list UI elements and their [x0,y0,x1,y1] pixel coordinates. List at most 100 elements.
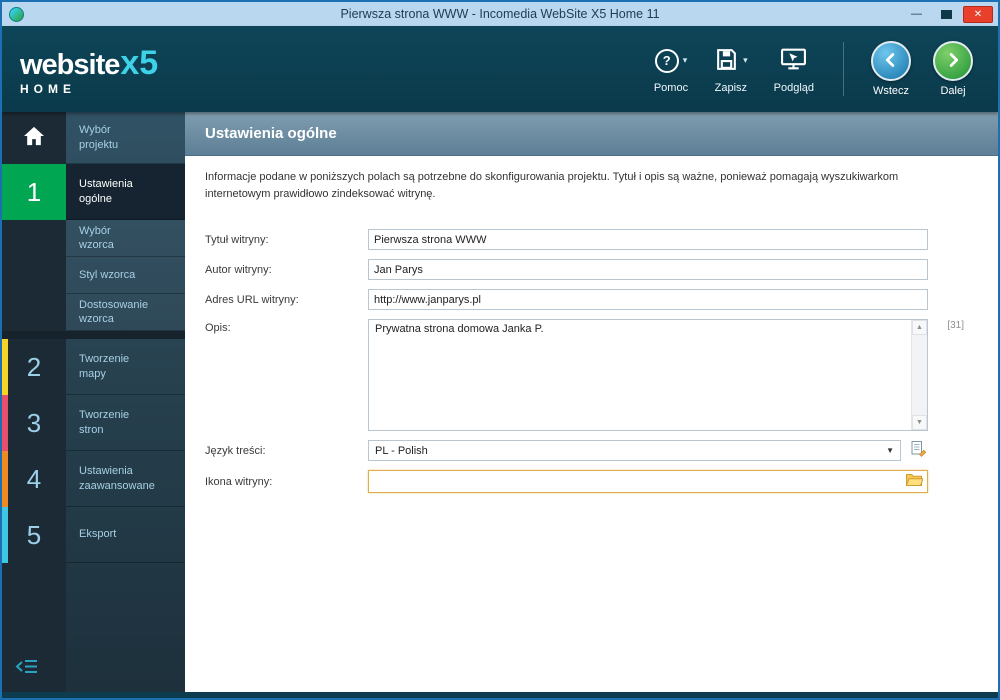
site-title-label: Tytuł witryny: [205,233,269,246]
step-2-number: 2 [26,351,42,382]
site-title-row: Tytuł witryny: [205,229,928,251]
app-logo: website x5 HOME [20,46,158,95]
app-window: Pierwsza strona WWW - Incomedia WebSite … [0,0,1000,700]
app-header: website x5 HOME ? ▾ Pomoc ▾ Zapisz Podgl… [2,26,998,112]
sidebar-divider [2,331,185,339]
step-1-label: Ustawienia ogólne [79,178,133,205]
step-5-color-strip [2,507,8,563]
titlebar[interactable]: Pierwsza strona WWW - Incomedia WebSite … [2,2,998,26]
site-author-row: Autor witryny: [205,259,928,281]
preview-icon [780,46,807,75]
step-2-color-strip [2,339,8,395]
site-url-input[interactable] [368,289,928,311]
step-3-color-strip [2,395,8,451]
step-5-number: 5 [26,519,42,550]
sidebar-substep-template-custom[interactable]: Dostosowanie wzorca [2,294,185,331]
substep-label: Dostosowanie wzorca [79,298,149,325]
site-icon-label: Ikona witryny: [205,475,273,488]
sidebar-step-1[interactable]: 1 Ustawienia ogólne [2,164,185,220]
language-select[interactable]: PL - Polish ▼ [368,440,901,462]
maximize-icon [941,9,952,19]
site-icon-input[interactable] [369,471,904,493]
help-button-label: Pomoc [653,81,689,94]
collapse-sidebar-button[interactable] [15,658,39,680]
steps-sidebar: Wybór projektu 1 Ustawienia ogólne Wybór… [2,112,185,692]
site-url-label: Adres URL witryny: [205,293,299,306]
sidebar-substep-template-choice[interactable]: Wybór wzorca [2,220,185,257]
language-row: Język treści: PL - Polish ▼ [205,440,928,462]
scroll-up-icon[interactable]: ▲ [912,320,927,336]
site-author-input[interactable] [368,259,928,281]
textarea-scrollbar[interactable]: ▲ ▼ [911,320,927,431]
edit-languages-icon [910,440,927,462]
step-4-label: Ustawienia zaawansowane [79,465,155,492]
substep-label: Styl wzorca [79,268,136,281]
step-1-number: 1 [26,176,42,207]
page-title: Ustawienia ogólne [185,112,998,156]
general-settings-form: Tytuł witryny: Autor witryny: Adres URL … [185,229,998,502]
help-button[interactable]: ? ▾ Pomoc [654,45,688,94]
scrollbar-track[interactable] [912,335,927,415]
language-label: Język treści: [205,444,266,457]
page-description: Informacje podane w poniższych polach są… [205,171,899,201]
collapse-sidebar-icon [15,660,39,679]
save-icon [714,47,739,75]
help-menu-caret-icon[interactable]: ▾ [683,55,688,66]
maximize-button[interactable] [933,6,960,23]
character-counter: [31] [947,320,964,332]
save-button-label: Zapisz [714,81,748,94]
sidebar-step-2[interactable]: 2 Tworzenie mapy [2,339,185,395]
app-icon[interactable] [9,6,24,22]
step-2-label: Tworzenie mapy [79,353,130,380]
substep-label: Wybór wzorca [79,224,114,251]
close-button[interactable]: ✕ [963,5,993,23]
sidebar-item-project[interactable]: Wybór projektu [2,112,185,164]
home-icon [23,126,45,151]
logo-home-text: HOME [20,81,76,96]
next-button[interactable]: Dalej [933,41,973,97]
back-chevron-icon [880,49,902,74]
step-4-color-strip [2,451,8,507]
preview-button-label: Podgląd [773,81,814,94]
minimize-button[interactable]: — [903,6,930,23]
save-menu-caret-icon[interactable]: ▾ [743,55,748,66]
site-description-label: Opis: [205,322,231,335]
folder-icon [905,472,924,492]
site-description-text: Prywatna strona domowa Janka P. [375,323,544,336]
sidebar-step-4[interactable]: 4 Ustawienia zaawansowane [2,451,185,507]
site-icon-row: Ikona witryny: [205,470,928,494]
back-button[interactable]: Wstecz [871,41,911,97]
preview-button[interactable]: Podgląd [774,45,814,94]
sidebar-substep-template-style[interactable]: Styl wzorca [2,257,185,294]
browse-icon-button[interactable] [904,472,924,491]
window-footer [2,692,998,698]
site-description-row: Opis: Prywatna strona domowa Janka P. ▲ … [205,319,964,432]
next-chevron-icon [942,49,964,74]
save-button[interactable]: ▾ Zapisz [714,45,748,94]
step-4-number: 4 [26,463,42,494]
logo-text: website [20,48,120,81]
site-title-input[interactable] [368,229,928,251]
help-icon: ? [654,48,679,73]
chevron-down-icon: ▼ [886,446,894,456]
next-button-label: Dalej [940,85,966,97]
language-selected-value: PL - Polish [375,444,428,457]
window-title: Pierwsza strona WWW - Incomedia WebSite … [340,7,660,21]
header-separator [843,42,844,96]
step-5-label: Eksport [79,528,117,541]
back-button-label: Wstecz [872,85,910,97]
sidebar-item-label: Wybór projektu [79,124,119,151]
step-3-label: Tworzenie stron [79,409,130,436]
logo-x5-text: x5 [120,43,159,82]
edit-languages-button[interactable] [908,440,928,462]
sidebar-step-3[interactable]: 3 Tworzenie stron [2,395,185,451]
site-url-row: Adres URL witryny: [205,289,928,311]
step-3-number: 3 [26,407,42,438]
site-author-label: Autor witryny: [205,263,272,276]
scroll-down-icon[interactable]: ▼ [912,415,927,431]
site-description-textarea[interactable]: Prywatna strona domowa Janka P. ▲ ▼ [368,319,928,432]
window-controls: — ✕ [903,5,993,23]
sidebar-step-5[interactable]: 5 Eksport [2,507,185,563]
site-icon-field [368,470,928,494]
main-content: Ustawienia ogólne Informacje podane w po… [185,112,998,692]
